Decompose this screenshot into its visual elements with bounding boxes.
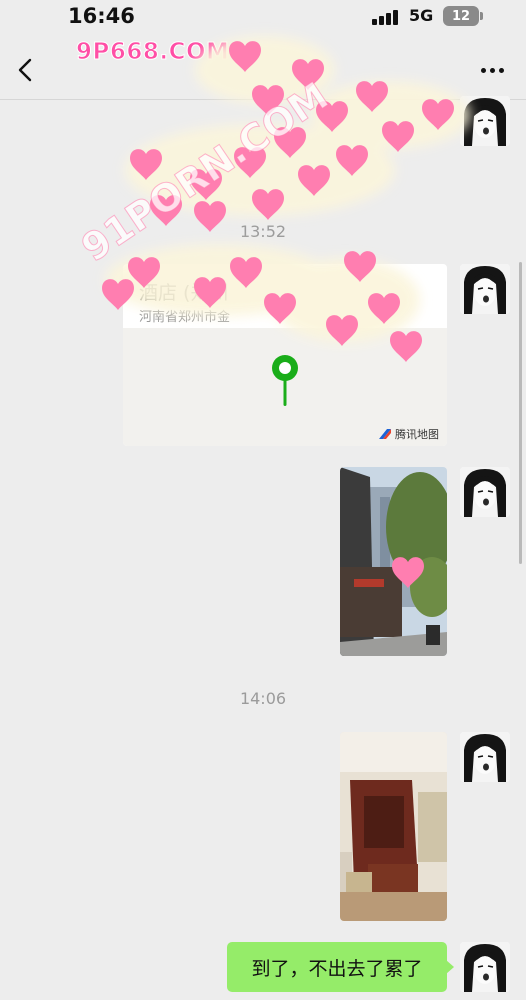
map-brand: 腾讯地图 — [378, 426, 439, 442]
chat-header: 9P668.COM — [0, 34, 526, 100]
street-photo — [340, 467, 447, 656]
status-time: 16:46 — [68, 4, 135, 28]
text-message[interactable]: 到了，不出去了累了 — [227, 942, 454, 992]
location-map: 腾讯地图 — [123, 328, 447, 446]
scrollbar[interactable] — [519, 262, 522, 564]
back-button[interactable] — [12, 56, 40, 84]
chevron-left-icon — [18, 58, 32, 82]
avatar[interactable] — [460, 942, 510, 992]
message-text: 到了，不出去了累了 — [251, 957, 423, 980]
tencent-map-icon — [379, 429, 391, 439]
photo-message[interactable] — [340, 467, 447, 656]
avatar-image — [460, 732, 510, 782]
avatar[interactable] — [460, 732, 510, 782]
signal-icon — [372, 9, 402, 25]
map-brand-label: 腾讯地图 — [395, 428, 439, 441]
battery-level: 12 — [451, 8, 471, 24]
avatar-image — [460, 942, 510, 992]
avatar[interactable] — [460, 467, 510, 517]
avatar-image — [460, 96, 510, 146]
avatar[interactable] — [460, 264, 510, 314]
timestamp: 14:06 — [239, 689, 287, 708]
watermark-logo: 9P668.COM — [75, 39, 230, 66]
avatar-image — [460, 264, 510, 314]
map-pin-icon — [269, 352, 301, 408]
network-type: 5G — [409, 6, 434, 25]
more-dots-icon — [480, 67, 486, 73]
status-bar: 16:46 5G 12 — [0, 0, 526, 34]
heart-censor-overlay — [102, 36, 470, 588]
avatar-image — [460, 467, 510, 517]
timestamp: 13:52 — [239, 222, 287, 241]
location-title: 酒店 (郑州 — [139, 282, 229, 304]
room-photo — [340, 732, 447, 921]
battery-icon: 12 — [443, 6, 483, 26]
photo-message[interactable] — [340, 732, 447, 921]
more-button[interactable] — [478, 60, 506, 80]
location-message[interactable]: 酒店 (郑州 河南省郑州市金 腾讯地图 — [123, 264, 447, 446]
location-address: 河南省郑州市金 — [139, 310, 231, 325]
avatar[interactable] — [460, 96, 510, 146]
